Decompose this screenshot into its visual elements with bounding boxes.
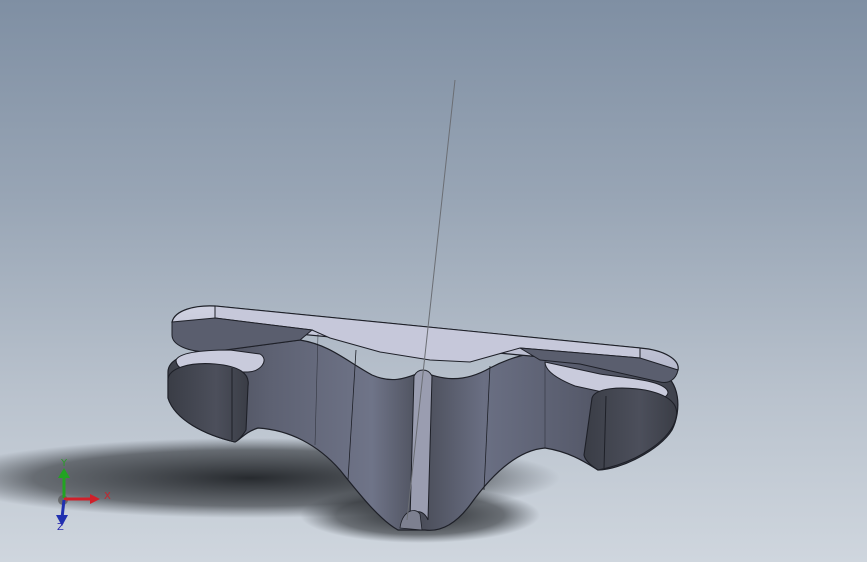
y-axis-label: Y: [61, 458, 68, 469]
right-foot: [583, 387, 678, 471]
model-scene[interactable]: [0, 0, 867, 562]
x-axis-label: X: [104, 491, 111, 502]
graphics-viewport[interactable]: X Y Z: [0, 0, 867, 562]
z-axis-label: Z: [57, 522, 64, 533]
left-foot: [167, 363, 249, 443]
